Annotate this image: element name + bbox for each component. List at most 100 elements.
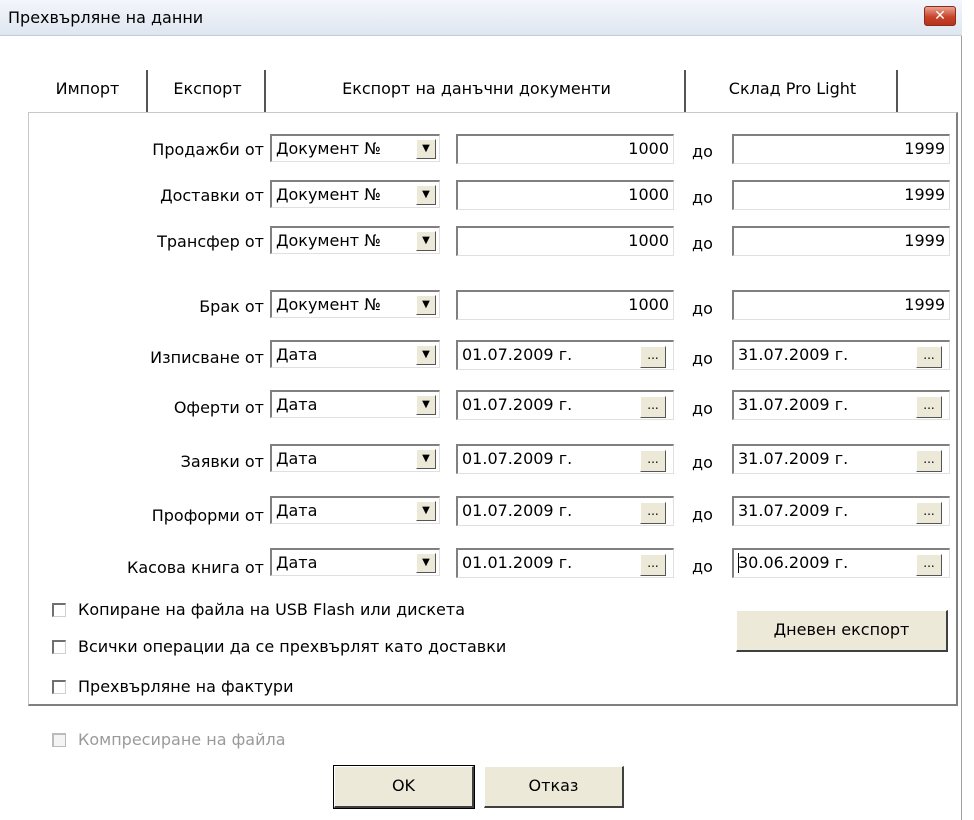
date-value: 31.07.2009 г. <box>738 395 849 414</box>
select-value: Дата <box>276 345 318 364</box>
date-value: 30.06.2009 г. <box>738 553 849 572</box>
chevron-down-icon[interactable]: ▼ <box>416 345 436 365</box>
orders-to-date[interactable]: 31.07.2009 г. ... <box>732 444 950 474</box>
tab-export[interactable]: Експорт <box>150 70 266 112</box>
checkbox-box[interactable] <box>52 679 66 694</box>
ok-button[interactable]: OK <box>333 765 475 809</box>
deliveries-from-field[interactable]: 1000 <box>456 180 674 210</box>
to-label: до <box>692 399 713 418</box>
cash-book-from-date[interactable]: 01.01.2009 г. ... <box>456 548 674 578</box>
chevron-down-icon[interactable]: ▼ <box>416 295 436 315</box>
select-value: Документ № <box>276 295 381 314</box>
row-label-cash-book: Касова книга от <box>127 558 264 577</box>
checkbox-label: Всички операции да се прехвърлят като до… <box>78 637 507 656</box>
sales-type-select[interactable]: Документ № ▼ <box>270 134 440 162</box>
checkbox-label: Компресиране на файла <box>78 730 286 749</box>
proforma-to-date[interactable]: 31.07.2009 г. ... <box>732 496 950 526</box>
proforma-from-date[interactable]: 01.07.2009 г. ... <box>456 496 674 526</box>
tab-label: Експорт <box>173 79 242 98</box>
transfer-dialog: Прехвърляне на данни ✕ Импорт Експорт Ек… <box>0 0 962 820</box>
date-picker-button[interactable]: ... <box>640 450 666 472</box>
select-value: Документ № <box>276 139 381 158</box>
chevron-down-icon[interactable]: ▼ <box>416 501 436 521</box>
row-label-orders: Заявки от <box>180 452 264 471</box>
checkbox-box[interactable] <box>52 602 66 617</box>
transfer-from-field[interactable]: 1000 <box>456 226 674 256</box>
to-label: до <box>692 557 713 576</box>
scrap-to-field[interactable]: 1999 <box>732 290 950 320</box>
checkbox-box[interactable] <box>52 639 66 654</box>
to-label: до <box>692 349 713 368</box>
daily-export-button[interactable]: Дневен експорт <box>736 610 948 652</box>
select-value: Дата <box>276 449 318 468</box>
row-label-write-off: Изписване от <box>150 348 264 367</box>
orders-type-select[interactable]: Дата ▼ <box>270 444 440 472</box>
tab-label: Импорт <box>55 79 120 98</box>
select-value: Дата <box>276 553 318 572</box>
cash-book-type-select[interactable]: Дата ▼ <box>270 548 440 576</box>
chevron-down-icon[interactable]: ▼ <box>416 449 436 469</box>
date-picker-button[interactable]: ... <box>916 396 942 418</box>
to-label: до <box>692 234 713 253</box>
button-label: Дневен експорт <box>773 620 910 639</box>
date-picker-button[interactable]: ... <box>640 554 666 576</box>
cancel-button[interactable]: Отказ <box>484 766 624 808</box>
date-picker-button[interactable]: ... <box>916 346 942 368</box>
sales-from-field[interactable]: 1000 <box>456 134 674 164</box>
sales-to-field[interactable]: 1999 <box>732 134 950 164</box>
transfer-to-field[interactable]: 1999 <box>732 226 950 256</box>
row-label-proforma: Проформи от <box>151 506 264 525</box>
tab-tax-documents-export[interactable]: Експорт на данъчни документи <box>268 70 686 112</box>
date-value: 31.07.2009 г. <box>738 501 849 520</box>
chevron-down-icon[interactable]: ▼ <box>416 231 436 251</box>
date-picker-button[interactable]: ... <box>640 346 666 368</box>
treat-as-deliveries-checkbox[interactable]: Всички операции да се прехвърлят като до… <box>52 637 506 656</box>
chevron-down-icon[interactable]: ▼ <box>416 395 436 415</box>
chevron-down-icon[interactable]: ▼ <box>416 553 436 573</box>
to-label: до <box>692 453 713 472</box>
write-off-to-date[interactable]: 31.07.2009 г. ... <box>732 340 950 370</box>
orders-from-date[interactable]: 01.07.2009 г. ... <box>456 444 674 474</box>
date-value: 01.07.2009 г. <box>462 501 573 520</box>
offers-type-select[interactable]: Дата ▼ <box>270 390 440 418</box>
deliveries-type-select[interactable]: Документ № ▼ <box>270 180 440 208</box>
to-label: до <box>692 188 713 207</box>
tab-sklad-pro-light[interactable]: Склад Pro Light <box>688 70 898 112</box>
proforma-type-select[interactable]: Дата ▼ <box>270 496 440 524</box>
tab-label: Експорт на данъчни документи <box>342 79 611 98</box>
title-bar: Прехвърляне на данни ✕ <box>0 0 962 36</box>
tab-import[interactable]: Импорт <box>28 70 148 112</box>
to-label: до <box>692 505 713 524</box>
write-off-type-select[interactable]: Дата ▼ <box>270 340 440 368</box>
scrap-type-select[interactable]: Документ № ▼ <box>270 290 440 318</box>
chevron-down-icon[interactable]: ▼ <box>416 185 436 205</box>
row-label-transfer: Трансфер от <box>157 232 264 251</box>
date-picker-button[interactable]: ... <box>916 554 942 576</box>
date-picker-button[interactable]: ... <box>916 450 942 472</box>
date-picker-button[interactable]: ... <box>640 502 666 524</box>
date-picker-button[interactable]: ... <box>640 396 666 418</box>
transfer-type-select[interactable]: Документ № ▼ <box>270 226 440 254</box>
date-picker-button[interactable]: ... <box>916 502 942 524</box>
date-value: 01.07.2009 г. <box>462 345 573 364</box>
write-off-from-date[interactable]: 01.07.2009 г. ... <box>456 340 674 370</box>
chevron-down-icon[interactable]: ▼ <box>416 139 436 159</box>
row-label-deliveries: Доставки от <box>160 186 264 205</box>
offers-from-date[interactable]: 01.07.2009 г. ... <box>456 390 674 420</box>
scrap-from-field[interactable]: 1000 <box>456 290 674 320</box>
cash-book-to-date[interactable]: 30.06.2009 г. ... <box>732 548 950 578</box>
offers-to-date[interactable]: 31.07.2009 г. ... <box>732 390 950 420</box>
deliveries-to-field[interactable]: 1999 <box>732 180 950 210</box>
button-label: Отказ <box>528 776 579 795</box>
close-button[interactable]: ✕ <box>924 6 956 26</box>
transfer-invoices-checkbox[interactable]: Прехвърляне на фактури <box>52 677 293 696</box>
compress-file-checkbox: Компресиране на файла <box>52 730 286 749</box>
select-value: Документ № <box>276 185 381 204</box>
copy-to-usb-checkbox[interactable]: Копиране на файла на USB Flash или диске… <box>52 600 465 619</box>
tab-label: Склад Pro Light <box>728 79 857 98</box>
date-value: 31.07.2009 г. <box>738 449 849 468</box>
button-label: OK <box>391 776 416 795</box>
text-cursor <box>738 553 739 573</box>
close-icon: ✕ <box>934 8 946 24</box>
select-value: Дата <box>276 395 318 414</box>
